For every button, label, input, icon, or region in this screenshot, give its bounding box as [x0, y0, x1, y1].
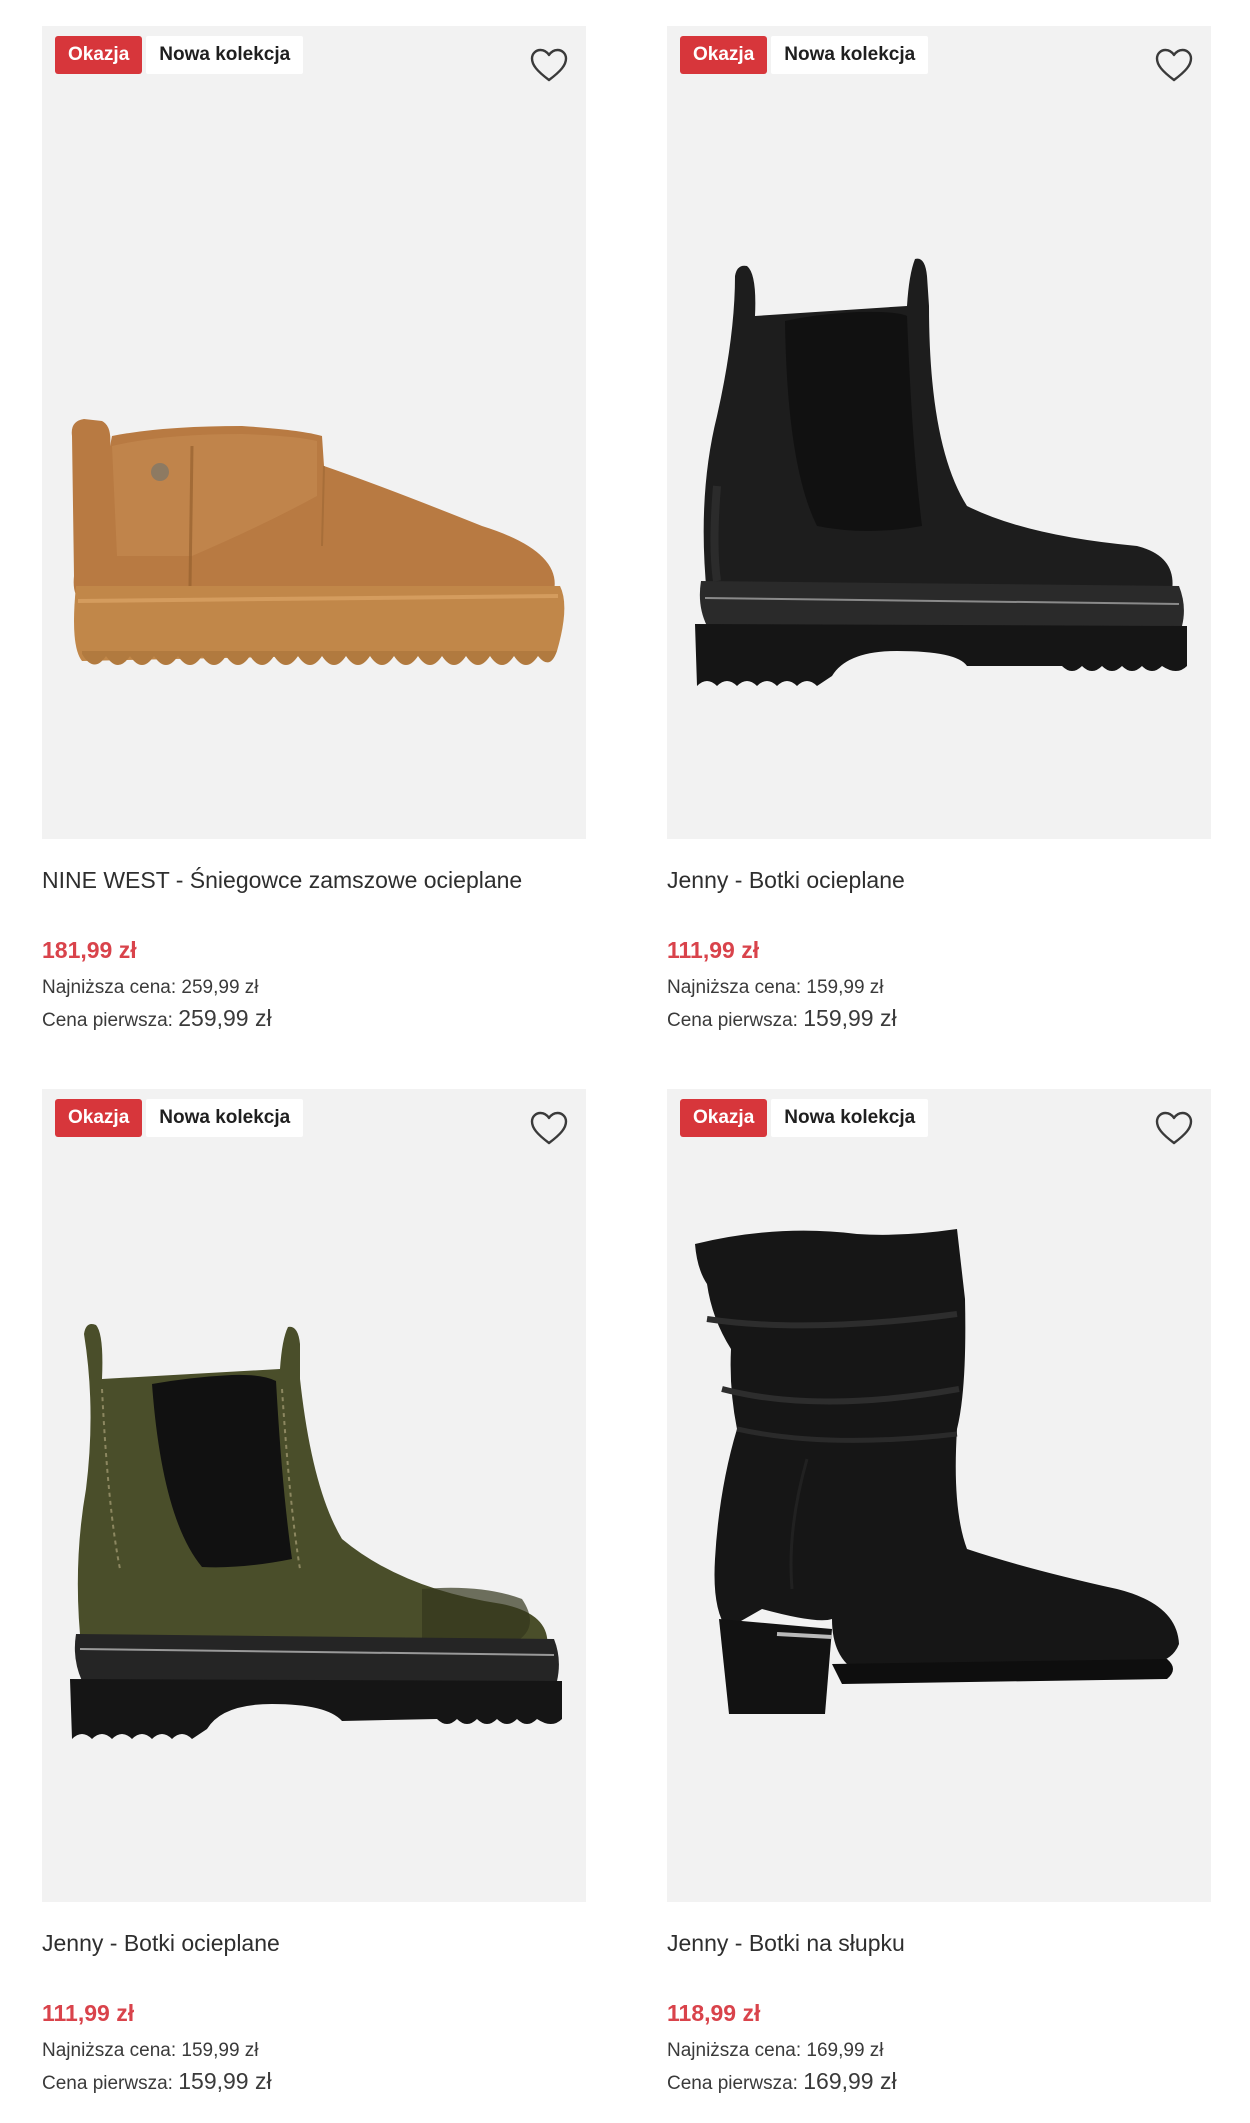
first-price-value: 159,99 zł — [803, 1005, 897, 1031]
product-card[interactable]: Okazja Nowa kolekcja Jenny - Botki ociep… — [42, 1089, 586, 2099]
product-price: 111,99 zł — [42, 2000, 135, 2026]
heart-icon[interactable] — [1154, 46, 1194, 86]
lowest-price-row: Najniższa cena: 159,99 zł — [667, 973, 1211, 1003]
deal-badge: Okazja — [55, 36, 143, 74]
new-collection-badge: Nowa kolekcja — [146, 36, 304, 74]
deal-badge: Okazja — [680, 1099, 768, 1137]
lowest-price-row: Najniższa cena: 169,99 zł — [667, 2036, 1211, 2066]
product-image[interactable]: Okazja Nowa kolekcja — [667, 1089, 1211, 1902]
first-price-row: Cena pierwsza: 169,99 zł — [667, 2066, 1211, 2099]
product-name[interactable]: NINE WEST - Śniegowce zamszowe ocieplane — [42, 865, 586, 895]
first-price-row: Cena pierwsza: 159,99 zł — [667, 1003, 1211, 1036]
product-photo — [70, 1324, 562, 1739]
product-image[interactable]: Okazja Nowa kolekcja — [42, 26, 586, 839]
lowest-price-row: Najniższa cena: 159,99 zł — [42, 2036, 586, 2066]
lowest-price-label: Najniższa cena: — [42, 2040, 177, 2061]
first-price-value: 169,99 zł — [803, 2068, 897, 2094]
first-price-row: Cena pierwsza: 159,99 zł — [42, 2066, 586, 2099]
product-image[interactable]: Okazja Nowa kolekcja — [42, 1089, 586, 1902]
first-price-label: Cena pierwsza: — [667, 1010, 798, 1031]
heart-icon[interactable] — [529, 46, 569, 86]
first-price-label: Cena pierwsza: — [42, 2073, 173, 2094]
product-name[interactable]: Jenny - Botki ocieplane — [667, 865, 1211, 895]
product-photo — [71, 419, 565, 665]
deal-badge: Okazja — [55, 1099, 143, 1137]
heart-icon[interactable] — [529, 1109, 569, 1149]
product-photo — [695, 258, 1187, 686]
product-image[interactable]: Okazja Nowa kolekcja — [667, 26, 1211, 839]
first-price-label: Cena pierwsza: — [667, 2073, 798, 2094]
lowest-price-label: Najniższa cena: — [667, 2040, 802, 2061]
lowest-price-value: 169,99 zł — [806, 2040, 884, 2061]
badges: Okazja Nowa kolekcja — [680, 1099, 929, 1137]
first-price-value: 159,99 zł — [178, 2068, 272, 2094]
product-card[interactable]: Okazja Nowa kolekcja Jenny - Botki na sł… — [667, 1089, 1211, 2099]
first-price-label: Cena pierwsza: — [42, 1010, 173, 1031]
product-price: 118,99 zł — [667, 2000, 761, 2026]
lowest-price-value: 259,99 zł — [181, 977, 259, 998]
lowest-price-row: Najniższa cena: 259,99 zł — [42, 973, 586, 1003]
product-name[interactable]: Jenny - Botki na słupku — [667, 1928, 1211, 1958]
new-collection-badge: Nowa kolekcja — [771, 36, 929, 74]
heart-icon[interactable] — [1154, 1109, 1194, 1149]
product-photo — [695, 1229, 1179, 1714]
lowest-price-label: Najniższa cena: — [667, 977, 802, 998]
new-collection-badge: Nowa kolekcja — [771, 1099, 929, 1137]
badges: Okazja Nowa kolekcja — [680, 36, 929, 74]
badges: Okazja Nowa kolekcja — [55, 36, 304, 74]
product-price: 181,99 zł — [42, 937, 137, 963]
product-name[interactable]: Jenny - Botki ocieplane — [42, 1928, 586, 1958]
product-price: 111,99 zł — [667, 937, 760, 963]
badges: Okazja Nowa kolekcja — [55, 1099, 304, 1137]
lowest-price-value: 159,99 zł — [806, 977, 884, 998]
product-card[interactable]: Okazja Nowa kolekcja NINE WEST - Śniegow… — [42, 26, 586, 1036]
product-card[interactable]: Okazja Nowa kolekcja Jenny - Botki ociep… — [667, 26, 1211, 1036]
first-price-row: Cena pierwsza: 259,99 zł — [42, 1003, 586, 1036]
deal-badge: Okazja — [680, 36, 768, 74]
new-collection-badge: Nowa kolekcja — [146, 1099, 304, 1137]
lowest-price-label: Najniższa cena: — [42, 977, 177, 998]
lowest-price-value: 159,99 zł — [181, 2040, 259, 2061]
first-price-value: 259,99 zł — [178, 1005, 272, 1031]
